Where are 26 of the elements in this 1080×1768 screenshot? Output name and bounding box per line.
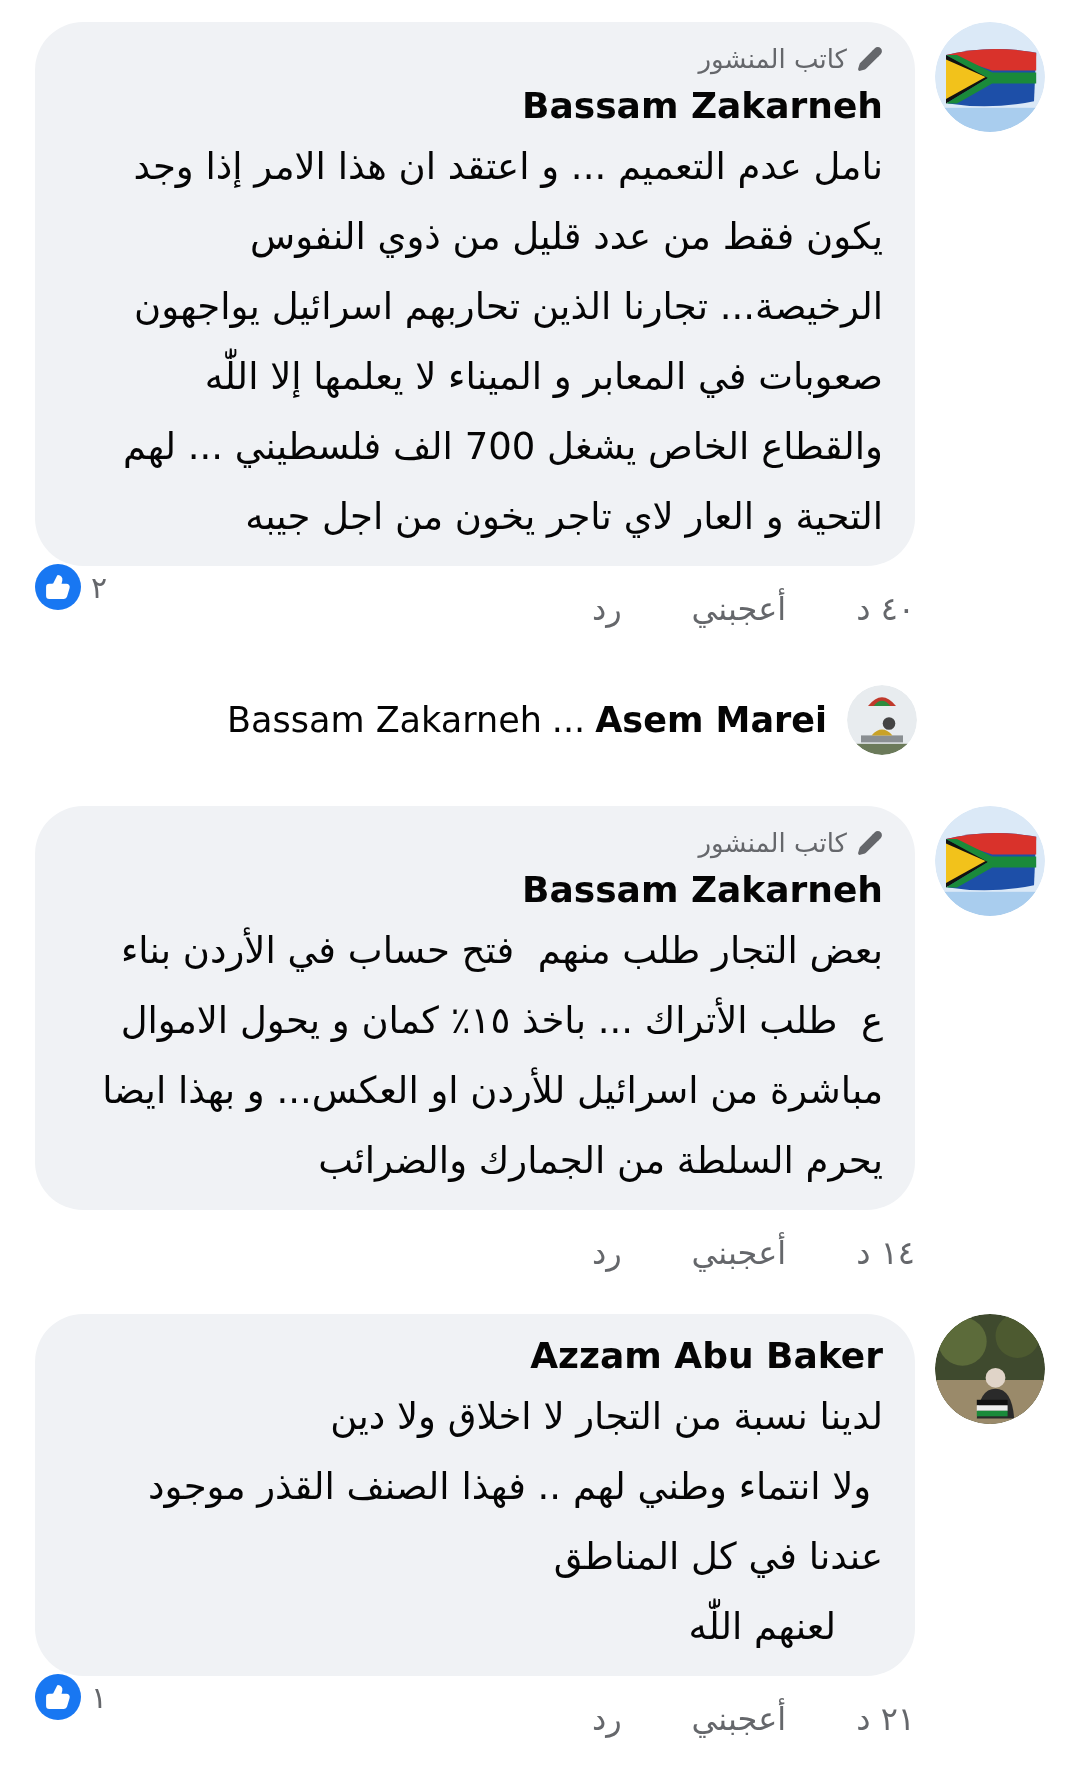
author-name[interactable]: Bassam Zakarneh <box>522 863 883 917</box>
reply-author[interactable]: Asem Marei <box>595 693 827 747</box>
like-link[interactable]: أعجبني <box>691 585 787 633</box>
comment-time: ٢١ د <box>856 1699 915 1740</box>
ellipsis-text: ... <box>551 698 586 742</box>
author-label: كاتب المنشور <box>698 826 847 861</box>
reaction-count: ٢ <box>91 568 108 607</box>
reply-link[interactable]: رد <box>591 585 622 633</box>
like-link[interactable]: أعجبني <box>691 1229 787 1277</box>
like-reaction-icon <box>35 564 81 610</box>
comment-text: نامل عدم التعميم ... و اعتقد ان هذا الامر إذا وجد يكون فقط من عدد قليل من ذوي النفوس الرخيصة... تجارنا الذين تحاربهم اسرائيل يواجهون صعوبات في المعابر و الميناء لا يعلمها إلا اللّٰه والقطاع الخاص يشغل 700 الف فلسطيني ... لهم التحية و العار لاي تاجر يخون من اجل جيبه <box>122 144 883 540</box>
reaction-count: ١ <box>91 1678 108 1717</box>
like-link[interactable]: أعجبني <box>691 1695 787 1743</box>
like-reaction-icon <box>35 1674 81 1720</box>
pencil-icon <box>857 46 883 72</box>
reply-link[interactable]: رد <box>591 1695 622 1743</box>
comment-time: ١٤ د <box>856 1233 915 1274</box>
author-label: كاتب المنشور <box>698 42 847 77</box>
author-name[interactable]: Bassam Zakarneh <box>522 79 883 133</box>
reply-link[interactable]: رد <box>591 1229 622 1277</box>
comment-text: لدينا نسبة من التجار لا اخلاق ولا دين ولا انتماء وطني لهم .. فهذا الصنف القذر موجود عندنا في كل المناطق لعنهم اللّٰه <box>147 1394 883 1650</box>
pencil-icon <box>857 830 883 856</box>
comment-text: بعض التجار طلب منهم فتح حساب في الأردن بناء ع طلب الأتراك ... باخذ ١٥٪ كمان و يحول الاموال مباشرة من اسرائيل للأردن او العكس... و بهذا ايضا يحرم السلطة من الجمارك والضرائب <box>101 926 883 1184</box>
comment-time: ٤٠ د <box>856 589 915 630</box>
replied-to-name[interactable]: Bassam Zakarneh <box>227 693 542 747</box>
author-name[interactable]: Azzam Abu Baker <box>530 1329 883 1383</box>
